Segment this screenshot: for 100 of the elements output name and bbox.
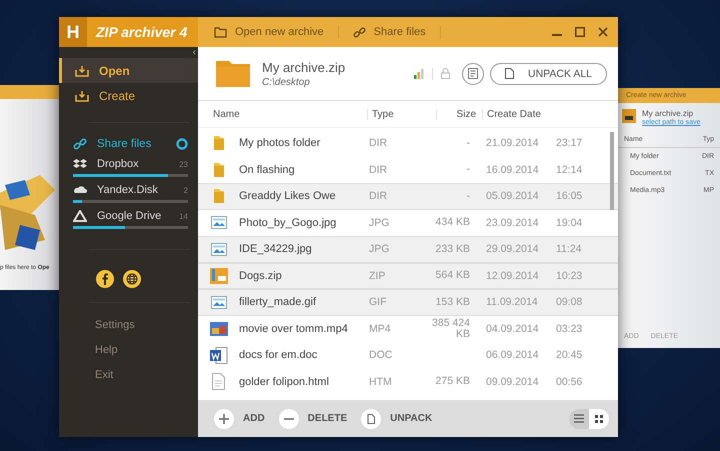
file-size: -	[466, 138, 470, 149]
file-size: 275 KB	[434, 376, 470, 388]
link-icon	[73, 137, 87, 151]
file-size: 564 KB	[434, 270, 470, 282]
file-count: 14	[179, 212, 188, 220]
file-time: 19:04	[556, 216, 582, 229]
archive-name: My archive.zip	[642, 109, 694, 118]
toolbar-button[interactable]: Share files	[352, 26, 441, 38]
globe-icon[interactable]	[123, 270, 141, 288]
toolbar-button[interactable]: Open new archive	[214, 26, 339, 38]
sidebar-item[interactable]: Create	[59, 83, 198, 108]
column-header[interactable]: Create Date	[483, 108, 545, 120]
file-name: movie over tomm.mp4	[239, 322, 349, 335]
file-size: 153 KB	[434, 296, 470, 308]
image-icon	[210, 216, 226, 230]
page-icon	[361, 408, 382, 428]
triangle-icon	[73, 210, 87, 222]
cloud-icon	[73, 185, 87, 195]
signal-icon	[414, 68, 424, 78]
table-row[interactable]: On flashing DIR - 16.09.2014 12:14	[198, 156, 618, 183]
folder-icon	[216, 60, 250, 86]
minus-icon	[278, 408, 299, 428]
toolbar-button[interactable]: ADD	[214, 408, 265, 428]
sidebar-item[interactable]: Open	[59, 58, 198, 83]
table-row[interactable]: movie over tomm.mp4 MP4 385 424 KB 04.09.2014 03:23	[198, 316, 618, 342]
file-count: 23	[179, 160, 188, 168]
list-icon	[574, 414, 584, 423]
file-name: IDE_34229.jpg	[239, 243, 313, 256]
column-header[interactable]: Type	[368, 108, 437, 120]
archive-path: C:\desktop	[262, 76, 311, 88]
folder-icon	[212, 162, 224, 178]
grid-icon	[595, 414, 603, 422]
file-date: 06.09.2014	[486, 349, 540, 362]
file-time: 00:56	[556, 376, 582, 388]
sidebar-item[interactable]: Exit	[59, 363, 198, 388]
close-icon[interactable]	[598, 27, 608, 37]
tray-icon	[75, 90, 89, 102]
file-time: 11:24	[556, 243, 582, 256]
file-time: 16:05	[556, 190, 582, 202]
ring-icon[interactable]	[176, 138, 188, 150]
notes-button[interactable]	[462, 62, 484, 84]
table-row[interactable]: docs for em.doc DOC 06.09.2014 20:45	[198, 342, 618, 368]
file-type: DOC	[369, 349, 394, 362]
file-type: HTM	[369, 376, 393, 388]
sidebar-item[interactable]: Settings	[59, 313, 198, 338]
file-time: 10:23	[556, 270, 582, 282]
file-name: Dogs.zip	[239, 270, 283, 282]
share-files-link[interactable]: Share files	[97, 138, 166, 150]
app-logo: H	[59, 17, 87, 47]
cloud-service-name[interactable]: Google Drive	[97, 210, 170, 222]
file-time: 03:23	[556, 322, 582, 335]
scrollbar[interactable]	[610, 132, 614, 210]
file-type: ZIP	[369, 270, 386, 282]
box-icon	[73, 158, 87, 170]
file-type: DIR	[369, 137, 388, 150]
cloud-service-name[interactable]: Dropbox	[97, 158, 170, 170]
column-header[interactable]: Name	[198, 108, 368, 120]
file-name: docs for em.doc	[239, 349, 318, 362]
archive-name: My archive.zip	[262, 60, 346, 74]
table-row[interactable]: Dogs.zip ZIP 564 KB 12.09.2014 10:23	[198, 262, 618, 289]
maximize-icon[interactable]	[575, 27, 585, 37]
table-row[interactable]: My photos folder DIR - 21.09.2014 23:17	[198, 130, 618, 156]
file-time: 12:14	[556, 164, 582, 176]
file-size: 434 KB	[434, 217, 470, 228]
link-icon	[352, 26, 366, 38]
page-icon	[505, 68, 514, 79]
word-document-icon	[210, 346, 228, 364]
file-name: My photos folder	[239, 137, 322, 150]
file-date: 16.09.2014	[486, 164, 540, 176]
file-type: GIF	[369, 296, 388, 308]
toolbar-button[interactable]: DELETE	[278, 408, 348, 428]
column-header[interactable]: Size	[437, 108, 483, 120]
view-toggle[interactable]	[569, 408, 589, 428]
plus-icon	[214, 408, 234, 428]
file-date: 12.09.2014	[486, 270, 540, 282]
table-row[interactable]: IDE_34229.jpg JPG 233 KB 29.09.2014 11:24	[198, 236, 618, 262]
table-row[interactable]: fillerty_made.gif GIF 153 KB 11.09.2014 09:08	[198, 289, 618, 316]
file-type: JPG	[369, 243, 390, 256]
table-row[interactable]: Photo_by_Gogo.jpg JPG 434 KB 23.09.2014 19:04	[198, 210, 618, 236]
file-name: Photo_by_Gogo.jpg	[239, 216, 338, 229]
file-count: 2	[184, 186, 188, 194]
toolbar-button[interactable]: UNPACK	[361, 408, 432, 428]
document-icon	[468, 68, 478, 79]
document-icon	[212, 373, 225, 390]
table-row[interactable]: golder folipon.html HTM 275 KB 09.09.2014 00:56	[198, 368, 618, 395]
file-date: 29.09.2014	[486, 243, 540, 256]
file-type: DIR	[369, 190, 388, 202]
file-date: 09.09.2014	[486, 376, 540, 388]
view-toggle[interactable]	[589, 408, 609, 428]
table-row[interactable]: Greaddy Likes Owe DIR - 05.09.2014 16:05	[198, 183, 618, 210]
file-size: 385 424 KB	[431, 318, 470, 340]
sidebar-item[interactable]: Help	[59, 338, 198, 363]
file-time: 20:45	[556, 349, 582, 362]
zip-file-icon	[210, 268, 228, 284]
file-date: 23.09.2014	[486, 216, 540, 229]
collapse-button[interactable]: ‹	[192, 47, 198, 58]
file-date: 05.09.2014	[486, 190, 540, 202]
unpack-all-button[interactable]: UNPACK ALL	[490, 62, 607, 84]
facebook-icon[interactable]	[96, 270, 114, 288]
cloud-service-name[interactable]: Yandex.Disk	[97, 184, 174, 196]
